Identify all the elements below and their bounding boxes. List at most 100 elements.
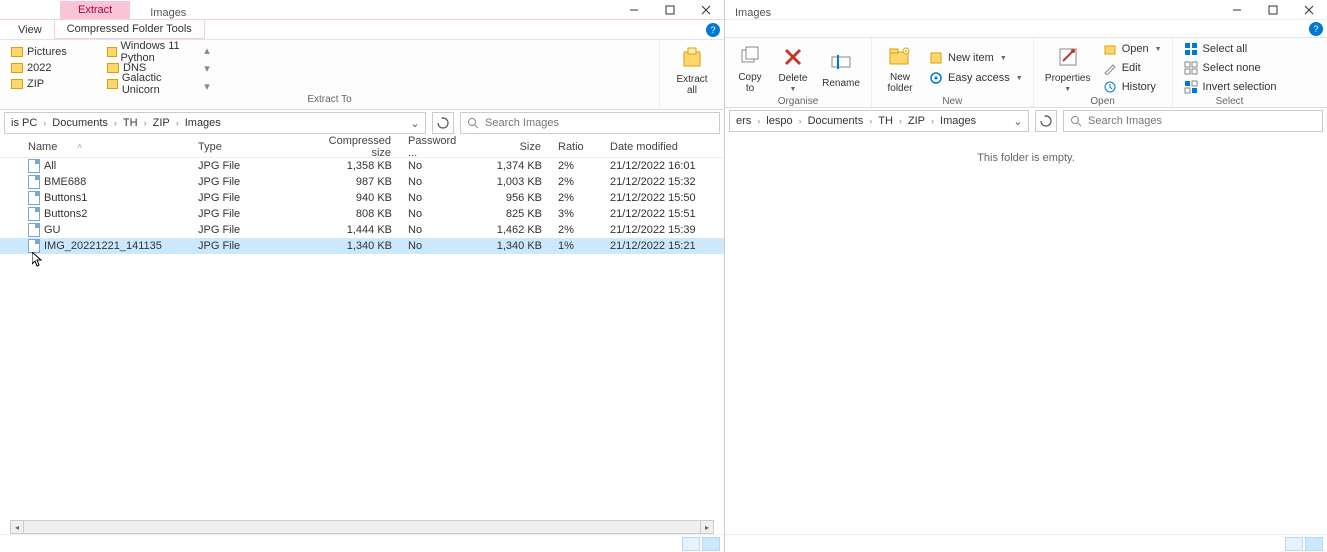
statusbar-left: [0, 534, 724, 552]
maximize-button-r[interactable]: [1255, 0, 1291, 20]
view-large-icons-button-r[interactable]: [1305, 537, 1323, 551]
breadcrumb-segment[interactable]: lespo: [762, 115, 796, 127]
breadcrumb-segment[interactable]: ZIP: [904, 115, 929, 127]
minimize-button-r[interactable]: [1219, 0, 1255, 20]
rename-button[interactable]: Rename: [819, 46, 863, 91]
extract-destination[interactable]: Pictures: [8, 44, 100, 60]
view-large-icons-button[interactable]: [702, 537, 720, 551]
refresh-icon: [1040, 115, 1052, 127]
folder-icon: [107, 47, 117, 57]
file-row[interactable]: Buttons1JPG File940 KBNo956 KB2%21/12/20…: [0, 190, 724, 206]
help-icon[interactable]: ?: [706, 23, 720, 37]
scroll-left-arrow[interactable]: ◂: [10, 520, 24, 534]
chevron-right-icon: ›: [112, 118, 119, 128]
context-tab-extract[interactable]: Extract: [60, 1, 130, 19]
close-button[interactable]: [688, 0, 724, 20]
folder-icon: [11, 79, 23, 89]
file-row[interactable]: BME688JPG File987 KBNo1,003 KB2%21/12/20…: [0, 174, 724, 190]
breadcrumb-segment[interactable]: is PC: [7, 117, 41, 129]
new-item-button[interactable]: New item▼: [926, 49, 1025, 67]
file-row[interactable]: AllJPG File1,358 KBNo1,374 KB2%21/12/202…: [0, 158, 724, 174]
properties-icon: [1052, 43, 1084, 71]
extract-destination[interactable]: Windows 11 Python: [104, 44, 196, 60]
titlebar-left: Extract Images: [0, 0, 724, 20]
col-ratio[interactable]: Ratio: [550, 141, 602, 153]
delete-button[interactable]: Delete ▼: [773, 41, 813, 95]
file-row[interactable]: Buttons2JPG File808 KBNo825 KB3%21/12/20…: [0, 206, 724, 222]
view-details-button-r[interactable]: [1285, 537, 1303, 551]
breadcrumb-segment[interactable]: Images: [936, 115, 980, 127]
history-button[interactable]: History: [1100, 78, 1164, 96]
chevron-right-icon: ›: [174, 118, 181, 128]
col-type[interactable]: Type: [190, 141, 300, 153]
dest-scroll-up[interactable]: ▴: [202, 42, 212, 58]
breadcrumb-segment[interactable]: ZIP: [149, 117, 174, 129]
minimize-button[interactable]: [616, 0, 652, 20]
scroll-right-arrow[interactable]: ▸: [700, 520, 714, 534]
invert-selection-button[interactable]: Invert selection: [1181, 78, 1279, 96]
copy-to-button[interactable]: Copy to: [733, 40, 767, 96]
view-details-button[interactable]: [682, 537, 700, 551]
col-date-modified[interactable]: Date modified: [602, 141, 712, 153]
breadcrumb-segment[interactable]: Documents: [804, 115, 868, 127]
help-icon-r[interactable]: ?: [1309, 22, 1323, 36]
breadcrumb-segment[interactable]: Documents: [48, 117, 112, 129]
ribbon-group-new: New: [880, 96, 1025, 109]
col-size[interactable]: Size: [452, 141, 550, 153]
new-folder-button[interactable]: ✦ New folder: [880, 40, 920, 96]
chevron-right-icon: ›: [867, 116, 874, 126]
address-dropdown[interactable]: ⌄: [1010, 115, 1026, 128]
horizontal-scrollbar[interactable]: ◂ ▸: [10, 520, 714, 534]
image-file-icon: [28, 159, 40, 173]
scroll-track[interactable]: [24, 520, 700, 534]
open-button[interactable]: Open▼: [1100, 40, 1164, 58]
extract-all-icon: [676, 44, 708, 72]
image-file-icon: [28, 175, 40, 189]
refresh-button[interactable]: [432, 112, 454, 134]
tab-view[interactable]: View: [6, 21, 54, 39]
breadcrumb-left[interactable]: is PC›Documents›TH›ZIP›Images⌄: [4, 112, 426, 134]
breadcrumb-segment[interactable]: ers: [732, 115, 755, 127]
file-list-right: This folder is empty.: [725, 134, 1327, 552]
folder-icon: [107, 79, 118, 89]
breadcrumb-segment[interactable]: Images: [181, 117, 225, 129]
window-title-right: Images: [735, 7, 771, 19]
search-box-right[interactable]: [1063, 110, 1323, 132]
breadcrumb-segment[interactable]: TH: [874, 115, 897, 127]
select-all-button[interactable]: Select all: [1181, 40, 1279, 58]
empty-folder-message: This folder is empty.: [725, 134, 1327, 164]
breadcrumb-segment[interactable]: TH: [119, 117, 142, 129]
edit-button[interactable]: Edit: [1100, 59, 1164, 77]
easy-access-button[interactable]: Easy access▼: [926, 69, 1025, 87]
extract-destination[interactable]: Galactic Unicorn: [104, 76, 196, 92]
col-password[interactable]: Password ...: [400, 136, 452, 159]
image-file-icon: [28, 191, 40, 205]
extract-all-button[interactable]: Extract all: [668, 42, 716, 98]
refresh-icon: [437, 117, 449, 129]
dest-more[interactable]: ▾: [202, 78, 212, 94]
address-dropdown[interactable]: ⌄: [407, 117, 423, 130]
col-name[interactable]: Name ˄: [20, 141, 190, 153]
search-input-left[interactable]: [485, 117, 713, 129]
ribbon-right: Copy to Delete ▼ Rename Organise: [725, 38, 1327, 108]
search-input-right[interactable]: [1088, 115, 1316, 127]
col-compressed-size[interactable]: Compressed size: [300, 136, 400, 159]
tab-compressed-tools[interactable]: Compressed Folder Tools: [54, 20, 205, 39]
search-box-left[interactable]: [460, 112, 720, 134]
file-row[interactable]: GUJPG File1,444 KBNo1,462 KB2%21/12/2022…: [0, 222, 724, 238]
chevron-right-icon: ›: [41, 118, 48, 128]
folder-icon: [11, 47, 23, 57]
dest-scroll-down[interactable]: ▾: [202, 60, 212, 76]
refresh-button-r[interactable]: [1035, 110, 1057, 132]
select-none-button[interactable]: Select none: [1181, 59, 1279, 77]
extract-destination[interactable]: 2022: [8, 60, 100, 76]
breadcrumb-right[interactable]: ers›lespo›Documents›TH›ZIP›Images⌄: [729, 110, 1029, 132]
file-list-left: Name ˄ Type Compressed size Password ...…: [0, 136, 724, 552]
maximize-button[interactable]: [652, 0, 688, 20]
chevron-right-icon: ›: [929, 116, 936, 126]
close-button-r[interactable]: [1291, 0, 1327, 20]
file-row[interactable]: IMG_20221221_141135JPG File1,340 KBNo1,3…: [0, 238, 724, 254]
window-folder: Images ? Copy to Del: [725, 0, 1327, 552]
extract-destination[interactable]: ZIP: [8, 76, 100, 92]
properties-button[interactable]: Properties ▼: [1042, 41, 1094, 95]
